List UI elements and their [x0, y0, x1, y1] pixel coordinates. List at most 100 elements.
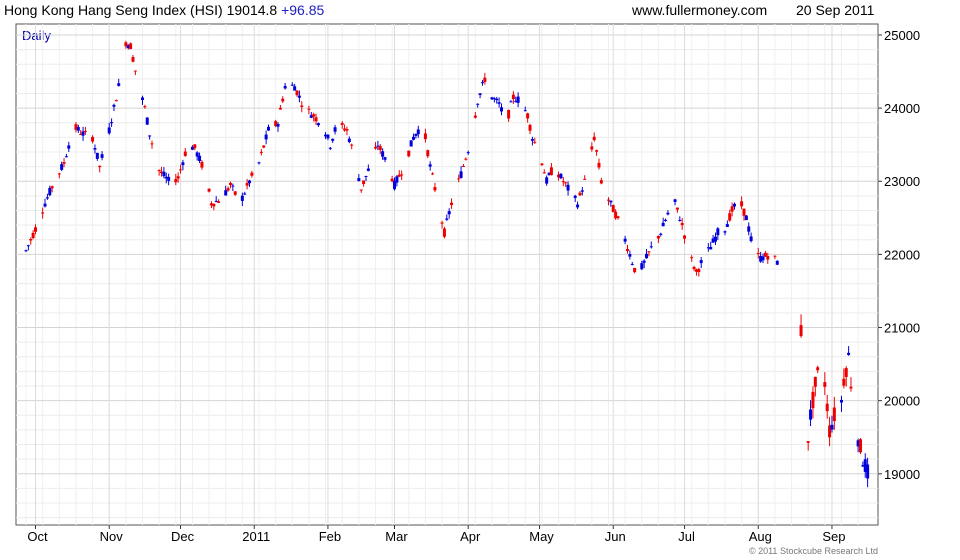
candle-body	[145, 117, 149, 125]
candle-body	[217, 201, 221, 203]
x-tick-label: Dec	[171, 529, 195, 544]
candle-body	[576, 204, 580, 208]
candle-body	[480, 82, 484, 84]
candle-body	[756, 252, 760, 254]
candle-body	[359, 189, 363, 191]
x-tick-label: Aug	[749, 529, 772, 544]
candle-body	[713, 236, 717, 242]
candle-body	[423, 133, 427, 140]
candle-body	[647, 251, 651, 253]
candle-body	[478, 93, 482, 95]
plot-area	[15, 23, 879, 526]
candle-body	[240, 195, 244, 201]
candle-body	[566, 184, 570, 191]
candle-body	[839, 399, 843, 403]
candle-body	[497, 102, 501, 104]
x-tick-label: Oct	[27, 529, 48, 544]
candle-body	[62, 162, 66, 164]
candle-body	[312, 114, 316, 117]
candle-body	[64, 156, 68, 158]
candle-body	[193, 144, 197, 149]
candle-body	[806, 441, 810, 443]
candle-body	[114, 100, 118, 102]
candle-body	[290, 84, 294, 86]
candle-body	[680, 223, 684, 226]
candle-body	[728, 213, 732, 221]
candle-body	[347, 138, 351, 143]
x-tick-label: Jun	[605, 529, 626, 544]
candle-body	[316, 123, 320, 126]
candle-body	[844, 368, 848, 378]
candle-body	[625, 249, 629, 252]
candle-body	[24, 250, 28, 252]
candle-body	[511, 94, 515, 100]
candle-body	[81, 131, 85, 136]
candle-body	[100, 154, 104, 158]
candle-body	[561, 181, 565, 183]
candle-body	[400, 174, 404, 176]
candle-body	[495, 98, 499, 101]
candle-body	[628, 254, 632, 257]
candle-body	[573, 195, 577, 198]
candle-body	[842, 378, 846, 386]
y-tick-label: 23000	[884, 174, 920, 189]
candle-body	[117, 83, 121, 86]
candle-body	[533, 141, 537, 143]
candle-body	[31, 232, 35, 238]
candle-body	[583, 178, 587, 180]
candle-body	[345, 129, 349, 131]
x-tick-label: Feb	[319, 529, 341, 544]
candle-body	[95, 152, 99, 159]
candle-body	[811, 391, 815, 409]
candle-body	[742, 208, 746, 216]
candle-body	[866, 464, 870, 479]
candle-body	[183, 151, 187, 156]
candle-body	[428, 164, 432, 167]
candle-body	[830, 424, 834, 430]
candle-body	[664, 219, 668, 221]
candle-body	[157, 170, 161, 172]
candle-body	[678, 219, 682, 221]
candle-body	[623, 238, 627, 242]
candle-body	[450, 202, 454, 205]
candle-body	[307, 108, 311, 110]
candle-body	[697, 269, 701, 273]
candle-body	[580, 190, 584, 192]
candle-body	[409, 140, 413, 147]
candle-body	[507, 110, 511, 119]
candle-body	[595, 150, 599, 152]
candle-body	[129, 43, 133, 50]
candle-body	[431, 173, 435, 175]
candle-body	[50, 186, 54, 189]
candle-body	[131, 57, 135, 62]
candle-body	[414, 133, 418, 136]
candle-body	[107, 127, 111, 134]
candle-body	[278, 107, 282, 110]
x-axis: Oct Nov Dec 2011 Feb Mar Apr May Jun Jul Aug Sep	[27, 525, 846, 544]
candle-body	[373, 146, 377, 149]
candle-body	[314, 117, 318, 122]
x-tick-label: May	[529, 529, 554, 544]
candle-body	[83, 130, 87, 132]
x-tick-label: Mar	[385, 529, 408, 544]
x-tick-label: Apr	[460, 529, 481, 544]
y-tick-label: 25000	[884, 28, 920, 43]
candle-body	[526, 113, 530, 119]
candle-body	[590, 146, 594, 150]
candle-body	[250, 172, 254, 176]
candle-body	[264, 134, 268, 140]
candle-body	[433, 187, 437, 191]
candle-body	[723, 231, 727, 233]
candle-body	[207, 188, 211, 192]
candle-body	[761, 256, 765, 261]
candle-body	[378, 146, 382, 151]
candle-body	[732, 203, 736, 207]
candle-body	[640, 263, 644, 270]
candle-body	[649, 246, 653, 248]
candle-body	[809, 409, 813, 420]
candle-body	[483, 77, 487, 82]
candle-body	[461, 165, 465, 167]
candle-body	[523, 110, 527, 112]
candle-body	[412, 136, 416, 140]
candle-body	[466, 152, 470, 154]
